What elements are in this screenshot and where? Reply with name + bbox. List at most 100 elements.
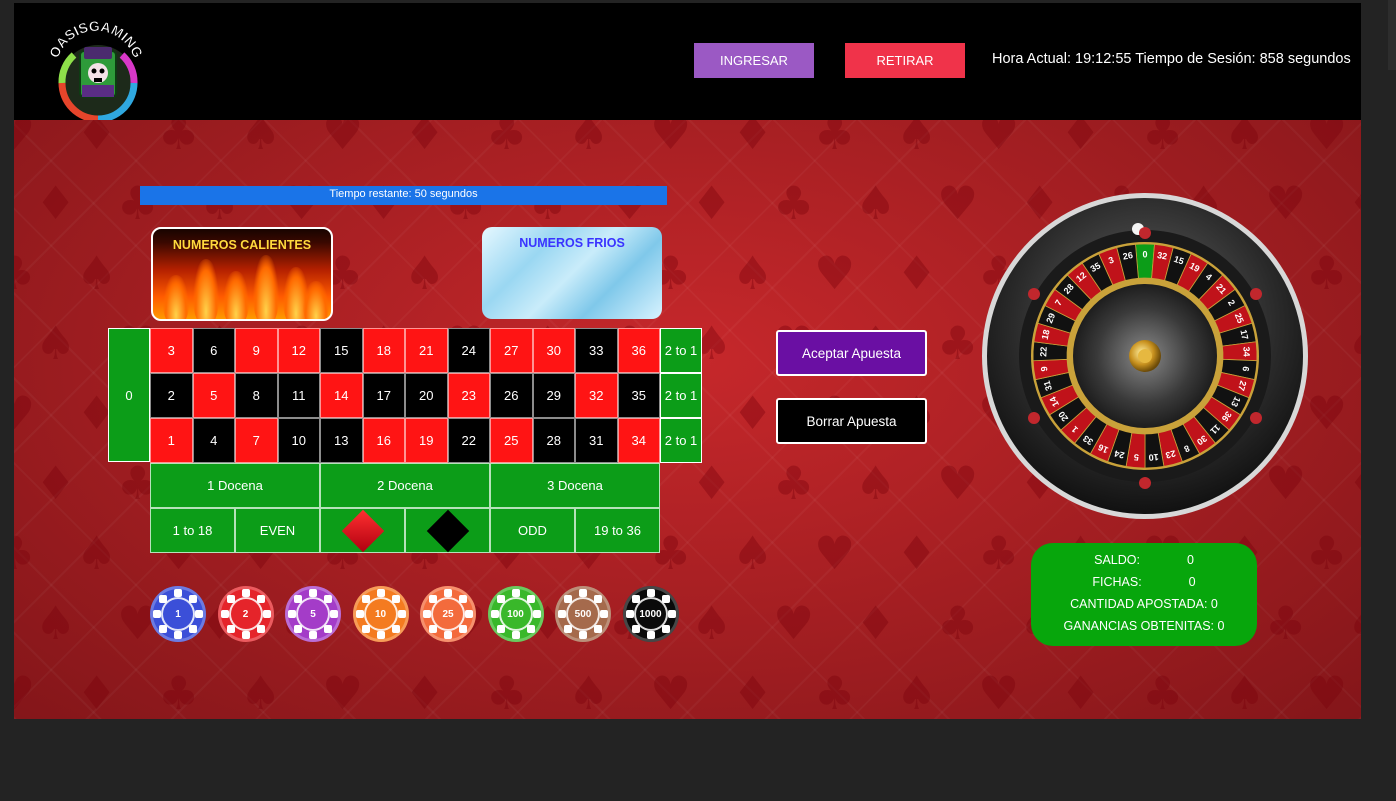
suit-pattern-icon: ♥ — [650, 666, 692, 719]
suit-pattern-icon: ♠ — [240, 120, 282, 160]
bet-number-cell[interactable]: 20 — [405, 373, 448, 418]
bet-dozen-1[interactable]: 1 Docena — [150, 463, 320, 508]
bet-number-cell[interactable]: 31 — [575, 418, 618, 463]
bet-dozen-2[interactable]: 2 Docena — [320, 463, 490, 508]
bet-number-cell[interactable]: 26 — [490, 373, 533, 418]
bet-number-cell[interactable]: 14 — [320, 373, 363, 418]
clear-bet-button[interactable]: Borrar Apuesta — [776, 398, 927, 444]
bet-number-cell[interactable]: 34 — [617, 418, 660, 463]
bet-number-cell[interactable]: 17 — [362, 373, 405, 418]
bet-number-cell[interactable]: 6 — [192, 328, 235, 373]
suit-pattern-icon: ♣ — [158, 120, 200, 160]
bet-number-cell[interactable]: 7 — [235, 418, 278, 463]
bet-dozen-3[interactable]: 3 Docena — [490, 463, 660, 508]
chip-edge-mark — [391, 625, 400, 633]
bet-number-cell[interactable]: 10 — [277, 418, 320, 463]
chip-edge-mark — [361, 625, 370, 633]
suit-pattern-icon: ♥ — [14, 120, 36, 160]
bet-number-cell[interactable]: 23 — [447, 373, 490, 418]
chip-edge-mark — [376, 631, 385, 639]
chip-1000[interactable]: 1000 — [622, 586, 679, 642]
chip-500[interactable]: 500 — [555, 586, 611, 642]
bet-number-cell[interactable]: 22 — [447, 418, 490, 463]
chip-2[interactable]: 2 — [217, 586, 274, 642]
bet-zero[interactable]: 0 — [108, 328, 150, 462]
ingresar-button[interactable]: INGRESAR — [694, 43, 814, 78]
bet-number-cell[interactable]: 27 — [490, 328, 533, 373]
suit-pattern-icon: ♦ — [896, 246, 938, 300]
chip-edge-mark — [511, 589, 520, 597]
bet-number-cell[interactable]: 29 — [532, 373, 575, 418]
bet-number-cell[interactable]: 33 — [575, 328, 618, 373]
bet-number-cell[interactable]: 16 — [362, 418, 405, 463]
suit-pattern-icon: ♦ — [76, 666, 118, 719]
chip-edge-mark — [646, 631, 655, 639]
chip-edge-mark — [661, 595, 670, 603]
bet-number-cell[interactable]: 19 — [405, 418, 448, 463]
bet-number-cell[interactable]: 18 — [362, 328, 405, 373]
player-stats-panel: SALDO: 0 FICHAS: 0 CANTIDAD APOSTADA: 0 … — [1031, 543, 1257, 646]
column-bet-bottom[interactable]: 2 to 1 — [660, 418, 702, 463]
suit-pattern-icon: ♥ — [14, 386, 36, 440]
bet-number-cell[interactable]: 9 — [235, 328, 278, 373]
bet-number-cell[interactable]: 2 — [150, 373, 193, 418]
bet-number-cell[interactable]: 3 — [150, 328, 193, 373]
bet-number-cell[interactable]: 13 — [320, 418, 363, 463]
suit-pattern-icon: ♣ — [978, 526, 1020, 580]
chip-1[interactable]: 1 — [150, 586, 206, 642]
chip-25[interactable]: 25 — [420, 586, 476, 642]
chip-edge-mark — [159, 625, 167, 633]
ganancias-label: GANANCIAS OBTENITAS: — [1063, 619, 1215, 633]
bet-black[interactable] — [405, 508, 490, 553]
bet-red[interactable] — [320, 508, 405, 553]
bet-even[interactable]: EVEN — [235, 508, 320, 553]
chip-10[interactable]: 10 — [352, 586, 409, 642]
bet-number-cell[interactable]: 12 — [277, 328, 320, 373]
bet-number-cell[interactable]: 25 — [490, 418, 533, 463]
suit-pattern-icon: ♣ — [1265, 596, 1307, 650]
saldo-label: SALDO: — [1094, 553, 1140, 567]
outside-bets: 1 to 18 EVEN ODD 19 to 36 — [150, 508, 660, 553]
chip-edge-mark — [631, 625, 640, 633]
suit-pattern-icon: ♥ — [978, 120, 1020, 160]
chip-edge-mark — [330, 610, 338, 618]
bet-number-cell[interactable]: 28 — [532, 418, 575, 463]
oasisgaming-logo[interactable]: OASISGAMING — [44, 21, 148, 121]
bet-number-cell[interactable]: 21 — [405, 328, 448, 373]
chip-edge-mark — [625, 610, 634, 618]
bet-number-cell[interactable]: 35 — [617, 373, 660, 418]
suit-pattern-icon: ♣ — [1142, 120, 1184, 160]
chip-edge-mark — [661, 625, 670, 633]
bet-number-cell[interactable]: 5 — [192, 373, 235, 418]
column-bet-middle[interactable]: 2 to 1 — [660, 373, 702, 418]
column-bet-top[interactable]: 2 to 1 — [660, 328, 702, 373]
flame-icon — [163, 275, 189, 319]
cold-numbers-panel[interactable]: NUMEROS FRIOS — [482, 227, 662, 319]
suit-pattern-icon: ♥ — [937, 456, 979, 510]
bet-number-cell[interactable]: 15 — [320, 328, 363, 373]
bet-number-cell[interactable]: 32 — [575, 373, 618, 418]
chip-edge-mark — [174, 589, 182, 597]
chip-100[interactable]: 100 — [487, 586, 544, 642]
bet-number-cell[interactable]: 36 — [617, 328, 660, 373]
chip-5[interactable]: 5 — [285, 586, 341, 642]
bet-number-cell[interactable]: 24 — [447, 328, 490, 373]
bet-19-to-36[interactable]: 19 to 36 — [575, 508, 660, 553]
retirar-button[interactable]: RETIRAR — [845, 43, 965, 78]
accept-bet-button[interactable]: Aceptar Apuesta — [776, 330, 927, 376]
chip-edge-mark — [429, 625, 437, 633]
suit-pattern-icon: ♥ — [937, 176, 979, 230]
suit-pattern-icon: ♥ — [322, 666, 364, 719]
chip-edge-mark — [309, 589, 317, 597]
apostada-value: 0 — [1210, 597, 1218, 611]
bet-number-cell[interactable]: 30 — [532, 328, 575, 373]
bet-number-cell[interactable]: 4 — [192, 418, 235, 463]
bet-number-cell[interactable]: 11 — [277, 373, 320, 418]
bet-odd[interactable]: ODD — [490, 508, 575, 553]
chip-edge-mark — [189, 625, 197, 633]
bet-1-to-18[interactable]: 1 to 18 — [150, 508, 235, 553]
bet-number-cell[interactable]: 8 — [235, 373, 278, 418]
hot-numbers-panel[interactable]: NUMEROS CALIENTES — [151, 227, 333, 321]
wheel-pocket-number: 32 — [1156, 250, 1168, 262]
bet-number-cell[interactable]: 1 — [150, 418, 193, 463]
